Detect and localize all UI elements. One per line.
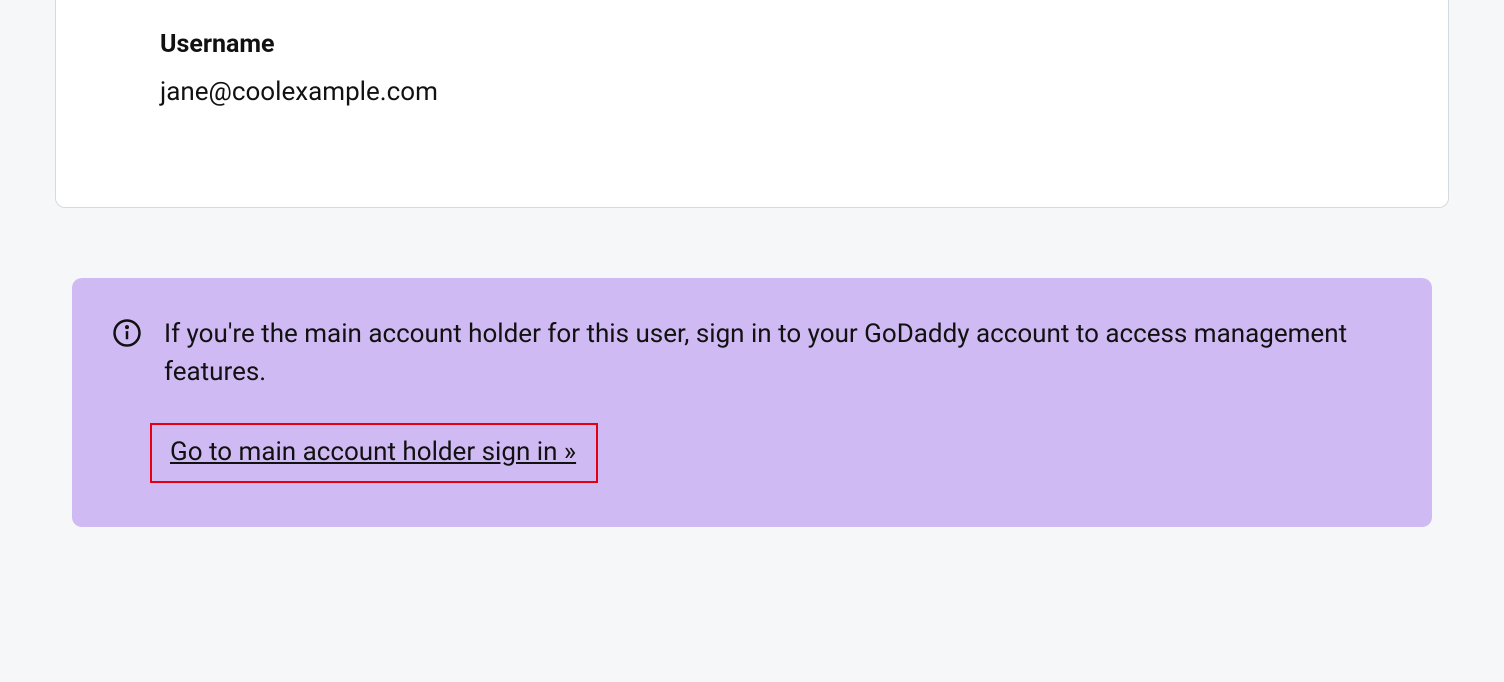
info-icon <box>112 318 142 348</box>
username-label: Username <box>160 30 1344 59</box>
link-highlight-box: Go to main account holder sign in » <box>150 423 598 483</box>
info-text: If you're the main account holder for th… <box>164 316 1392 391</box>
info-banner: If you're the main account holder for th… <box>72 278 1432 527</box>
username-value: jane@coolexample.com <box>160 77 1344 107</box>
info-row: If you're the main account holder for th… <box>112 316 1392 391</box>
main-account-signin-link[interactable]: Go to main account holder sign in » <box>170 437 576 467</box>
user-info-card: Username jane@coolexample.com <box>55 0 1449 208</box>
